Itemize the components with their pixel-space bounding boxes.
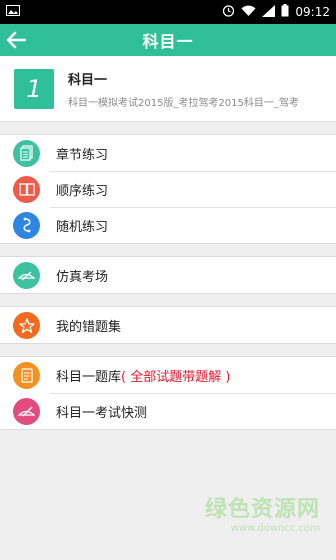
- random-practice-item[interactable]: 随机练习: [0, 207, 336, 243]
- quick-test-icon: [13, 397, 40, 425]
- subject-number-badge: 1: [14, 68, 54, 109]
- watermark-url: www.downcc.com: [230, 523, 320, 534]
- shuffle-icon: [13, 211, 40, 239]
- mock-exam-item[interactable]: 仿真考场: [0, 257, 336, 293]
- subject-name: 科目一: [68, 72, 108, 88]
- book-icon: [13, 175, 40, 203]
- back-arrow-icon: [6, 31, 26, 49]
- question-bank-icon: [13, 361, 40, 389]
- app-bar: 科目一: [0, 24, 336, 56]
- mock-exam-label: 仿真考场: [56, 269, 109, 285]
- wifi-icon: [241, 5, 256, 20]
- question-bank-extra: ( 全部试题带题解 ): [121, 369, 231, 385]
- wrong-questions-group: 我的错题集: [0, 306, 336, 344]
- document-icon: [13, 139, 40, 167]
- subject-card[interactable]: 1 科目一 科目一模拟考试2015版_考拉驾考2015科目一_驾考: [0, 56, 336, 122]
- status-time: 09:12: [295, 5, 330, 19]
- chapter-practice-item[interactable]: 章节练习: [0, 135, 336, 171]
- image-notification-icon: [6, 5, 20, 19]
- watermark: 绿色资源网 www.downcc.com: [205, 491, 320, 534]
- back-button[interactable]: [4, 28, 28, 52]
- quick-test-label: 科目一考试快测: [56, 405, 148, 421]
- status-bar: 09:12: [0, 0, 336, 24]
- battery-icon: [281, 4, 289, 20]
- mock-exam-group: 仿真考场: [0, 256, 336, 294]
- quick-test-item[interactable]: 科目一考试快测: [0, 393, 336, 429]
- watermark-text: 绿色资源网: [204, 497, 320, 522]
- question-bank-group: 科目一题库( 全部试题带题解 ) 科目一考试快测: [0, 356, 336, 430]
- alarm-icon: [222, 4, 235, 20]
- practice-group: 章节练习 顺序练习 随机练习: [0, 134, 336, 244]
- exam-pen-icon: [13, 261, 40, 289]
- wrong-questions-label: 我的错题集: [56, 319, 122, 335]
- sequential-practice-item[interactable]: 顺序练习: [0, 171, 336, 207]
- question-bank-item[interactable]: 科目一题库( 全部试题带题解 ): [0, 357, 336, 393]
- subject-description: 科目一模拟考试2015版_考拉驾考2015科目一_驾考: [68, 97, 299, 109]
- wrong-questions-item[interactable]: 我的错题集: [0, 307, 336, 343]
- question-bank-label: 科目一题库: [56, 369, 122, 385]
- random-practice-label: 随机练习: [56, 219, 109, 235]
- star-icon: [13, 311, 40, 339]
- chapter-practice-label: 章节练习: [56, 147, 109, 163]
- sequential-practice-label: 顺序练习: [56, 183, 109, 199]
- page-title: 科目一: [142, 32, 194, 51]
- signal-icon: [262, 4, 276, 20]
